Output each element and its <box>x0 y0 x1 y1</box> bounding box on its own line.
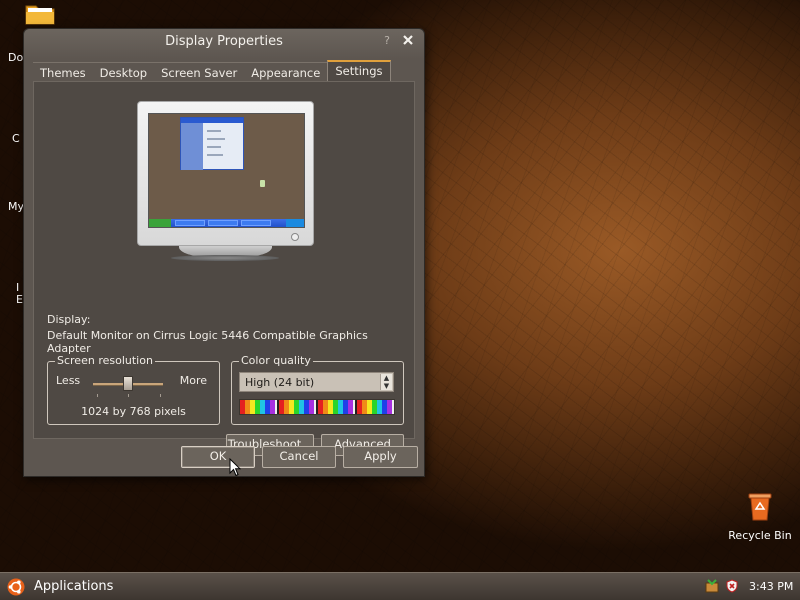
mouse-cursor-icon <box>229 458 241 477</box>
desktop-icon-label[interactable]: E <box>16 294 23 306</box>
updown-arrow-icon[interactable]: ▲ ▼ <box>380 374 392 390</box>
dialog-title: Display Properties <box>165 34 283 49</box>
color-quality-title: Color quality <box>239 354 313 367</box>
taskbar: Applications 3:43 PM <box>0 572 800 600</box>
settings-panel: Display: Default Monitor on Cirrus Logic… <box>33 81 415 456</box>
display-label: Display: <box>47 313 91 326</box>
monitor-preview <box>137 101 314 246</box>
tab-strip: Themes Desktop Screen Saver Appearance S… <box>33 60 391 82</box>
slider-tick <box>97 394 98 397</box>
color-quality-value: High (24 bit) <box>245 376 315 389</box>
screen-resolution-title: Screen resolution <box>55 354 155 367</box>
preview-icon <box>260 180 265 187</box>
tab-themes[interactable]: Themes <box>33 62 93 82</box>
preview-window <box>180 117 244 170</box>
recycle-bin[interactable]: Recycle Bin <box>722 490 798 542</box>
close-icon[interactable] <box>401 33 415 47</box>
color-spectrum-bar <box>239 399 395 415</box>
color-quality-group: Color quality High (24 bit) ▲ ▼ <box>231 354 404 425</box>
help-button[interactable]: ? <box>384 34 390 47</box>
recycle-bin-label: Recycle Bin <box>728 529 792 542</box>
cancel-button[interactable]: Cancel <box>262 446 336 468</box>
dialog-titlebar[interactable]: Display Properties ? <box>24 29 424 59</box>
tab-screen-saver[interactable]: Screen Saver <box>154 62 245 82</box>
slider-tick <box>160 394 161 397</box>
resolution-slider-thumb[interactable] <box>123 376 133 391</box>
applications-menu[interactable]: Applications <box>34 579 113 594</box>
shield-icon[interactable] <box>725 579 739 593</box>
preview-taskbar <box>149 219 304 227</box>
screen-resolution-group: Screen resolution Less More 1024 by 768 … <box>47 354 220 425</box>
display-adapter-name: Default Monitor on Cirrus Logic 5446 Com… <box>47 329 368 355</box>
folder-icon[interactable] <box>24 2 56 26</box>
monitor-stand-base <box>171 255 279 261</box>
resolution-value: 1024 by 768 pixels <box>81 405 186 418</box>
more-label: More <box>179 374 207 387</box>
update-notifier-icon[interactable] <box>705 579 719 593</box>
apply-button[interactable]: Apply <box>343 446 418 468</box>
monitor-screen <box>148 113 305 228</box>
desktop-icon-label[interactable]: My <box>8 201 24 213</box>
power-button-icon <box>291 233 299 241</box>
tab-desktop[interactable]: Desktop <box>92 62 155 82</box>
display-properties-dialog: Display Properties ? Themes Desktop Scre… <box>23 28 425 477</box>
clock[interactable]: 3:43 PM <box>749 580 793 593</box>
slider-tick <box>128 394 129 397</box>
tab-appearance[interactable]: Appearance <box>244 62 328 82</box>
color-quality-select[interactable]: High (24 bit) ▲ ▼ <box>239 372 394 392</box>
ok-button[interactable]: OK <box>181 446 255 468</box>
desktop-icon-label[interactable]: C <box>12 133 20 145</box>
ubuntu-logo-icon[interactable] <box>7 578 25 596</box>
desktop-icon-label[interactable]: Do <box>8 52 23 64</box>
tab-settings[interactable]: Settings <box>327 60 391 82</box>
less-label: Less <box>56 374 81 387</box>
recycle-bin-icon <box>748 493 772 521</box>
